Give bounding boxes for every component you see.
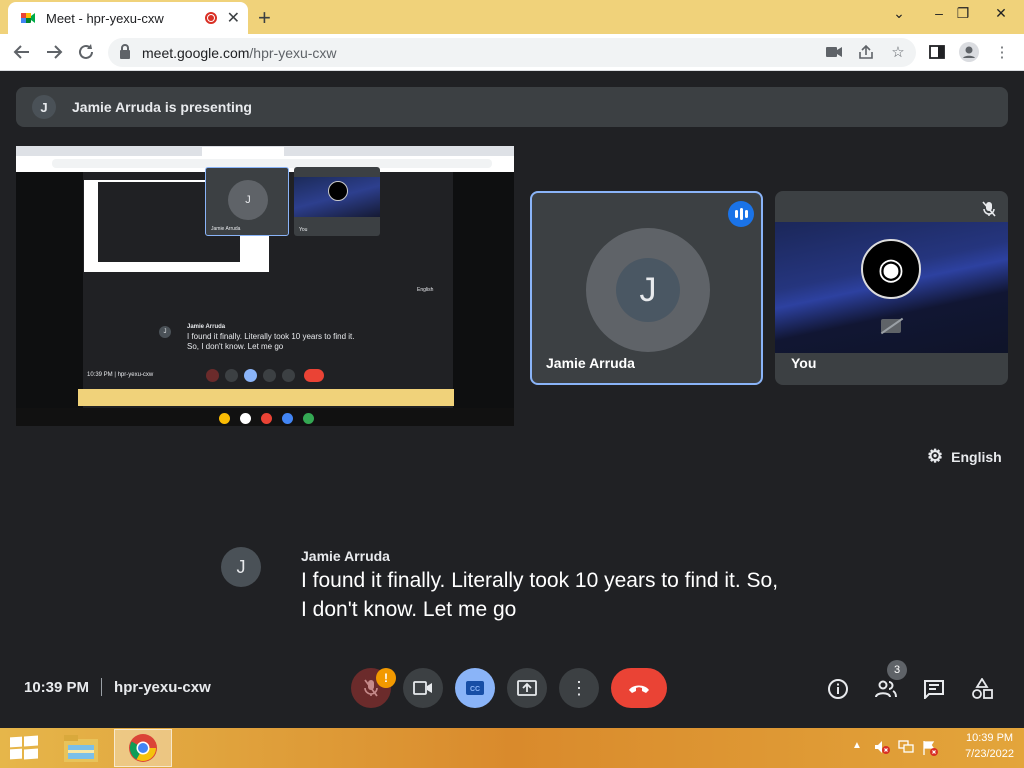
share-icon[interactable]	[856, 42, 876, 62]
speaking-indicator-icon	[728, 201, 754, 227]
system-clock[interactable]: 10:39 PM 7/23/2022	[965, 730, 1014, 762]
shared-more-button	[282, 369, 295, 382]
mic-warning-badge: !	[376, 668, 396, 688]
new-tab-button[interactable]: +	[258, 5, 271, 31]
url-path: /hpr-yexu-cxw	[249, 44, 337, 61]
more-options-button[interactable]: ⋮	[559, 668, 599, 708]
participant-avatar: J	[586, 228, 710, 352]
shared-caption-text: I found it finally. Literally took 10 ye…	[187, 332, 355, 351]
bookmark-star-icon[interactable]: ☆	[888, 42, 908, 62]
action-center-flag-icon[interactable]	[922, 740, 938, 761]
meet-favicon-icon	[20, 10, 36, 26]
shared-end-call-button	[304, 369, 324, 382]
tab-title: Meet - hpr-yexu-cxw	[46, 10, 164, 26]
windows-taskbar: ▲ 10:39 PM 7/23/2022	[0, 728, 1024, 768]
address-bar[interactable]: meet.google.com/hpr-yexu-cxw	[108, 38, 916, 67]
presenting-banner: J Jamie Arruda is presenting	[16, 87, 1008, 127]
obs-logo-icon	[328, 181, 348, 201]
shared-tile-jamie: J Jamie Arruda	[205, 167, 289, 236]
caption-text: I found it finally. Literally took 10 ye…	[301, 569, 779, 621]
caption-speaker: Jamie Arruda	[301, 548, 390, 564]
shared-os-shelf	[16, 408, 514, 426]
shared-caption-avatar: J	[159, 326, 171, 338]
caption-language-label: English	[951, 448, 1002, 465]
mic-muted-icon	[982, 201, 996, 220]
camera-off-icon	[881, 319, 901, 333]
meeting-code: hpr-yexu-cxw	[114, 678, 211, 696]
shared-cc-button	[244, 369, 257, 382]
camera-toggle-button[interactable]	[403, 668, 443, 708]
participant-tile-you[interactable]: ◉ You	[775, 191, 1008, 385]
participant-name: Jamie Arruda	[546, 355, 635, 371]
shared-mic-button	[206, 369, 219, 382]
present-screen-button[interactable]	[507, 668, 547, 708]
close-tab-icon[interactable]: ✕	[227, 8, 240, 28]
caption-language-button[interactable]: ⚙ English	[927, 446, 1002, 467]
shared-time-code: 10:39 PM | hpr-yexu-cxw	[87, 372, 154, 378]
shared-taskbar	[78, 389, 454, 406]
participants-count-badge: 3	[887, 660, 907, 680]
close-window-button[interactable]: ✕	[978, 0, 1024, 26]
participant-tile-jamie[interactable]: J Jamie Arruda	[530, 191, 763, 385]
volume-muted-icon[interactable]	[874, 740, 890, 759]
back-arrow-icon[interactable]	[10, 40, 34, 64]
shared-tile-you: You	[294, 167, 380, 236]
forward-arrow-icon[interactable]	[42, 40, 66, 64]
tab-meet[interactable]: Meet - hpr-yexu-cxw ✕	[8, 2, 248, 34]
chrome-menu-icon[interactable]: ⋮	[992, 42, 1012, 62]
shared-language-label: English	[417, 287, 434, 293]
meeting-info: 10:39 PM hpr-yexu-cxw	[24, 678, 211, 696]
recording-indicator-icon	[204, 12, 217, 24]
chrome-taskbar-icon[interactable]	[114, 729, 172, 767]
svg-text:CC: CC	[470, 686, 480, 693]
obs-logo-icon: ◉	[861, 239, 921, 299]
browser-toolbar: meet.google.com/hpr-yexu-cxw ☆ ⋮	[0, 34, 1024, 71]
end-call-button[interactable]	[611, 668, 667, 708]
presenting-text: Jamie Arruda is presenting	[72, 99, 252, 115]
gear-icon: ⚙	[927, 446, 944, 466]
windows-start-icon[interactable]	[10, 735, 38, 761]
clock-date: 7/23/2022	[965, 748, 1014, 760]
url-host: meet.google.com	[142, 44, 250, 61]
profile-avatar-icon[interactable]	[959, 42, 979, 62]
network-icon[interactable]	[898, 740, 914, 759]
chat-icon[interactable]	[921, 676, 947, 702]
tab-strip: Meet - hpr-yexu-cxw ✕ + ⌄ – ❐ ✕	[0, 0, 1024, 34]
captions-button[interactable]: CC	[455, 668, 495, 708]
meeting-details-icon[interactable]	[825, 676, 851, 702]
activities-icon[interactable]	[969, 676, 995, 702]
shared-screen[interactable]: J Jamie Arruda You English J Jamie Arrud…	[16, 146, 514, 426]
camera-in-use-icon[interactable]	[824, 42, 844, 62]
meeting-time: 10:39 PM	[24, 678, 90, 696]
presenter-avatar: J	[32, 95, 56, 119]
shared-caption-speaker: Jamie Arruda	[187, 324, 226, 330]
clock-time: 10:39 PM	[965, 732, 1014, 744]
file-explorer-icon[interactable]	[62, 733, 100, 764]
side-panel-icon[interactable]	[927, 42, 947, 62]
show-hidden-icons-icon[interactable]: ▲	[852, 740, 862, 751]
lock-icon[interactable]	[120, 44, 130, 59]
caption-avatar: J	[221, 547, 261, 587]
shared-camera-button	[225, 369, 238, 382]
divider	[101, 678, 103, 696]
shared-present-button	[263, 369, 276, 382]
participant-name: You	[791, 355, 817, 371]
reload-icon[interactable]	[74, 40, 98, 64]
